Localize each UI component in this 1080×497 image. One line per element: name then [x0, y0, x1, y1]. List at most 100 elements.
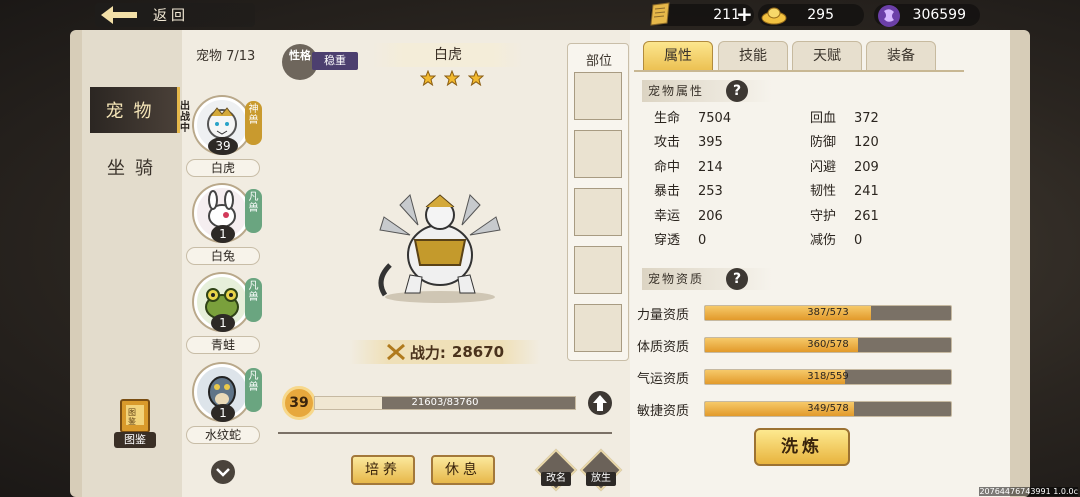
back-arrow-icon	[95, 4, 141, 26]
top-bar: 返回 211 + 295 306599	[0, 0, 1080, 30]
pet-name: 白虎	[186, 159, 260, 177]
exp-bar: 21603/83760	[314, 396, 576, 410]
add-resource-button[interactable]: +	[736, 2, 753, 26]
gold-ingot-icon	[761, 7, 787, 25]
release-label: 放生	[586, 472, 616, 486]
help-icon[interactable]: ?	[726, 268, 748, 290]
personality-value: 稳重	[312, 52, 358, 70]
refine-button[interactable]: 洗炼	[754, 428, 850, 466]
pet-level: 39	[208, 137, 238, 155]
star-rating	[420, 70, 487, 90]
tab-skills[interactable]: 技能	[718, 41, 788, 71]
level-badge: 39	[282, 386, 316, 420]
help-icon[interactable]: ?	[726, 80, 748, 102]
exp-text: 21603/83760	[411, 397, 479, 408]
stat-row: 穿透 0	[654, 229, 706, 248]
star-icon	[468, 70, 485, 86]
part-slot-shoulder[interactable]	[574, 130, 622, 178]
stat-value: 241	[854, 184, 879, 200]
aptitude-heading: 宠物资质	[642, 268, 772, 290]
aptitude-label: 力量资质	[637, 308, 690, 323]
part-slot-spikes[interactable]	[574, 304, 622, 352]
pet-list-item[interactable]: 39 出战中 神兽 白虎	[180, 97, 264, 185]
stat-label: 暴击	[654, 184, 681, 200]
stat-value: 209	[854, 159, 879, 175]
pet-level: 1	[211, 404, 235, 422]
aptitude-label: 敏捷资质	[637, 404, 690, 419]
aptitude-bar: 387/573	[704, 305, 952, 321]
aptitude-bar: 318/559	[704, 369, 952, 385]
parts-title: 部位	[585, 54, 612, 69]
pet-level: 1	[211, 314, 235, 332]
aptitude-value: 318/559	[807, 371, 849, 382]
stat-row: 幸运 206	[654, 205, 723, 224]
tab-pets[interactable]: 宠物	[90, 87, 180, 133]
tab-underline	[634, 70, 964, 72]
star-icon	[420, 70, 436, 86]
gold-count: 295	[807, 7, 834, 23]
tab-mounts[interactable]: 坐骑	[90, 144, 180, 190]
aptitude-bar: 349/578	[704, 401, 952, 417]
rename-label: 改名	[541, 472, 571, 486]
aptitude-value: 360/578	[807, 339, 849, 350]
aptitude-value: 387/573	[807, 307, 849, 318]
chevron-down-icon	[216, 468, 230, 477]
stat-value: 0	[698, 233, 707, 248]
divider	[278, 432, 612, 434]
stat-label: 韧性	[810, 184, 837, 200]
part-slot-claw[interactable]	[574, 188, 622, 236]
stat-row: 减伤 0	[810, 229, 862, 248]
pet-name: 水纹蛇	[186, 426, 260, 444]
pet-list-item[interactable]: 1 凡兽 青蛙	[184, 274, 264, 362]
deployed-tag: 出战中	[180, 101, 190, 134]
rest-button[interactable]: 休息	[431, 455, 495, 485]
pet-rarity-tag: 凡兽	[245, 278, 262, 322]
stat-label: 命中	[654, 159, 681, 175]
pet-name: 白兔	[186, 247, 260, 265]
stat-row: 生命 7504	[654, 107, 731, 126]
gem-count: 306599	[912, 7, 966, 23]
pet-level: 1	[211, 225, 235, 243]
stat-row: 闪避 209	[810, 156, 879, 175]
stat-label: 攻击	[654, 135, 681, 151]
aptitude-value: 349/578	[807, 403, 849, 414]
train-button[interactable]: 培养	[351, 455, 415, 485]
stat-value: 395	[698, 135, 723, 151]
stat-label: 防御	[810, 135, 837, 151]
scroll-icon	[650, 2, 670, 26]
level-up-button[interactable]	[588, 391, 612, 415]
tab-talents[interactable]: 天赋	[792, 41, 862, 71]
aptitude-bar: 360/578	[704, 337, 952, 353]
pet-title: 白虎	[373, 43, 523, 67]
stat-value: 261	[854, 208, 879, 224]
tab-attributes[interactable]: 属性	[643, 41, 713, 71]
stat-value: 372	[854, 111, 879, 126]
scroll-down-button[interactable]	[211, 460, 235, 484]
pet-list-item[interactable]: 1 凡兽 白兔	[184, 185, 264, 273]
stat-label: 闪避	[810, 159, 837, 175]
aptitude-label: 气运资质	[637, 372, 690, 387]
stat-row: 攻击 395	[654, 131, 723, 150]
pet-rarity-tag: 凡兽	[245, 368, 262, 412]
gem-resource[interactable]: 306599	[874, 4, 980, 27]
back-label: 返回	[153, 8, 189, 24]
pet-rarity-tag: 凡兽	[245, 189, 262, 233]
stat-row: 韧性 241	[810, 180, 879, 199]
stat-row: 暴击 253	[654, 180, 723, 199]
pet-list-item[interactable]: 1 凡兽 水纹蛇	[184, 364, 264, 452]
aptitude-label: 体质资质	[637, 340, 690, 355]
stat-row: 回血 372	[810, 107, 879, 126]
tab-equipment[interactable]: 装备	[866, 41, 936, 71]
pet-name: 青蛙	[186, 336, 260, 354]
gold-resource[interactable]: 295	[758, 4, 864, 26]
stat-value: 7504	[698, 111, 732, 126]
stat-label: 减伤	[810, 233, 837, 248]
part-slot-head[interactable]	[574, 72, 622, 120]
stat-label: 穿透	[654, 233, 681, 248]
attributes-heading: 宠物属性	[642, 80, 772, 102]
combat-power-label: 战力:	[409, 343, 446, 362]
codex-cover-text: 图鉴	[128, 408, 136, 426]
star-icon	[444, 70, 461, 86]
part-slot-tail[interactable]	[574, 246, 622, 294]
back-button[interactable]: 返回	[95, 3, 255, 27]
